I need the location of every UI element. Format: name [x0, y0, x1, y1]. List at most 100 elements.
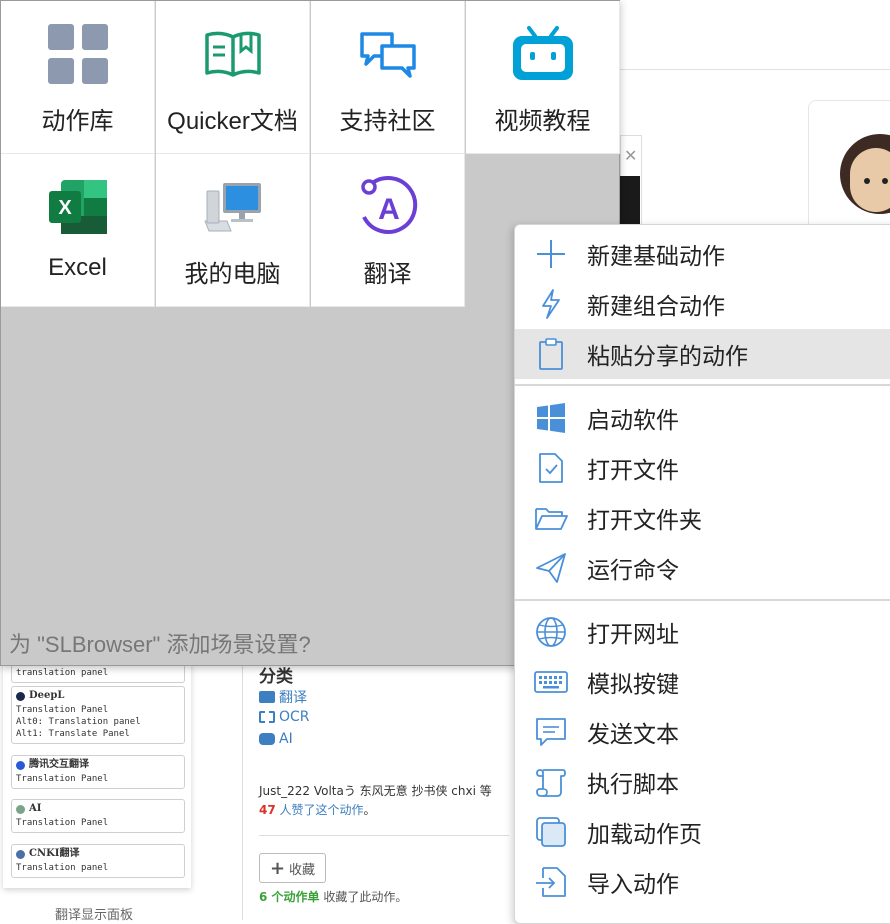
tile-excel[interactable]: X Excel: [1, 154, 155, 307]
menu-item-label: 新建组合动作: [587, 293, 725, 319]
menu-item-load-action-page[interactable]: 加载动作页: [515, 807, 890, 857]
close-icon[interactable]: ✕: [624, 146, 637, 165]
import-icon: [533, 864, 569, 900]
menu-item-label: 导入动作: [587, 871, 679, 897]
tencent-icon: [16, 760, 25, 770]
entry-line: Alt0: Translation panel: [16, 717, 141, 727]
menu-separator: [515, 384, 890, 386]
avatar-eye: [882, 178, 888, 184]
category-link-label: OCR: [279, 709, 310, 725]
svg-text:A: A: [378, 193, 400, 226]
ad-image: [620, 176, 640, 226]
keyboard-icon: [533, 664, 569, 700]
preview-caption: 翻译显示面板: [55, 908, 134, 923]
scroll-icon: [533, 764, 569, 800]
menu-separator: [515, 599, 890, 601]
ai-icon: [16, 804, 25, 814]
entry-title: 腾讯交互翻译: [29, 759, 89, 770]
menu-item-simulate-keys[interactable]: 模拟按键: [515, 657, 890, 707]
sidebar-entry: translation panel: [11, 664, 185, 683]
entry-line: Alt1: Translate Panel: [16, 729, 130, 739]
menu-item-label: 打开文件夹: [587, 507, 702, 533]
globe-icon: [533, 614, 569, 650]
entry-title: CNKI翻译: [29, 848, 80, 859]
entry-line: Translation panel: [16, 863, 109, 873]
excel-icon: X: [1, 172, 154, 242]
tile-quicker-docs[interactable]: Quicker文档: [156, 1, 310, 154]
menu-item-send-text[interactable]: 发送文本: [515, 707, 890, 757]
category-link-ocr[interactable]: OCR: [259, 709, 310, 725]
entry-line: Translation Panel: [16, 705, 109, 715]
menu-item-run-script[interactable]: 执行脚本: [515, 757, 890, 807]
lightning-icon: [533, 286, 569, 322]
menu-item-run-command[interactable]: 运行命令: [515, 543, 890, 593]
tile-label: 翻译: [363, 261, 412, 288]
message-icon: [533, 714, 569, 750]
entry-line: Translation Panel: [16, 774, 109, 784]
menu-item-launch-software[interactable]: 启动软件: [515, 393, 890, 443]
chat-icon: [311, 19, 464, 89]
entry-line: translation panel: [16, 668, 109, 678]
favorite-button[interactable]: + 收藏: [259, 853, 326, 883]
action-info-column: 分类 翻译 OCR AI Just_222 Voltaう 东风无意 抄书侠 ch…: [242, 660, 512, 920]
svg-text:X: X: [58, 197, 72, 219]
windows-icon: [533, 400, 569, 436]
menu-item-label: 打开文件: [587, 457, 679, 483]
action-lists-summary: 6 个动作单 收藏了此动作。: [259, 888, 407, 905]
sidebar-entry: CNKI翻译 Translation panel: [11, 844, 185, 878]
avatar-eye: [864, 178, 870, 184]
tile-support-community[interactable]: 支持社区: [311, 1, 465, 154]
menu-item-label: 发送文本: [587, 721, 679, 747]
sidebar-entry: 腾讯交互翻译 Translation Panel: [11, 755, 185, 789]
category-link-translate[interactable]: 翻译: [259, 687, 307, 707]
tile-label: 支持社区: [339, 108, 436, 135]
translation-panel-preview: translation panel DeepL Translation Pane…: [3, 660, 191, 888]
context-menu: 新建基础动作 新建组合动作 粘贴分享的动作 启动软件 打开文件 打开文件夹 运行…: [514, 224, 890, 924]
menu-item-new-basic-action[interactable]: 新建基础动作: [515, 229, 890, 279]
translate-icon: A: [311, 172, 464, 242]
menu-item-import-action[interactable]: 导入动作: [515, 857, 890, 907]
grid-icon: [1, 19, 154, 89]
pages-icon: [533, 814, 569, 850]
tile-video-tutorials[interactable]: 视频教程: [466, 1, 620, 154]
tile-action-library[interactable]: 动作库: [1, 1, 155, 154]
menu-item-label: 打开网址: [587, 621, 679, 647]
deepl-icon: [16, 691, 25, 701]
ocr-icon: [259, 711, 275, 723]
menu-item-open-folder[interactable]: 打开文件夹: [515, 493, 890, 543]
action-lists-link[interactable]: 6 个动作单: [259, 890, 320, 904]
page-header: [620, 0, 890, 70]
menu-item-label: 运行命令: [587, 557, 679, 583]
entry-title: AI: [29, 803, 42, 814]
translate-icon: [259, 691, 275, 703]
menu-item-label: 执行脚本: [587, 771, 679, 797]
tile-label: 视频教程: [494, 108, 591, 135]
tile-my-computer[interactable]: 我的电脑: [156, 154, 310, 307]
tile-label: Quicker文档: [167, 108, 298, 135]
tile-label: 动作库: [41, 108, 114, 135]
entry-line: Translation Panel: [16, 818, 109, 828]
likes-link[interactable]: 人赞了这个动作: [280, 803, 364, 817]
action-lists-text: 收藏了此动作。: [323, 890, 408, 904]
liker-names[interactable]: Just_222 Voltaう 东风无意 抄书侠 chxi: [259, 784, 476, 798]
sidebar-entry: AI Translation Panel: [11, 799, 185, 833]
tile-translate[interactable]: A 翻译: [311, 154, 465, 307]
category-link-label: 翻译: [279, 690, 307, 706]
menu-item-label: 粘贴分享的动作: [587, 343, 748, 369]
robot-icon: [259, 733, 275, 745]
likes-summary: Just_222 Voltaう 东风无意 抄书侠 chxi 等 47 人赞了这个…: [259, 782, 509, 820]
menu-item-open-url[interactable]: 打开网址: [515, 607, 890, 657]
computer-icon: [156, 172, 309, 242]
category-link-ai[interactable]: AI: [259, 731, 293, 747]
book-icon: [156, 19, 309, 89]
scene-settings-hint[interactable]: 为 "SLBrowser" 添加场景设置?: [9, 627, 311, 659]
menu-item-label: 新建基础动作: [587, 243, 725, 269]
likes-prefix: 等: [479, 784, 492, 798]
favorite-button-label: 收藏: [289, 862, 316, 878]
likes-end: 。: [363, 803, 376, 817]
menu-item-open-file[interactable]: 打开文件: [515, 443, 890, 493]
cnki-icon: [16, 849, 25, 859]
paper-plane-icon: [533, 550, 569, 586]
menu-item-new-composite-action[interactable]: 新建组合动作: [515, 279, 890, 329]
menu-item-paste-shared-action[interactable]: 粘贴分享的动作: [515, 329, 890, 379]
